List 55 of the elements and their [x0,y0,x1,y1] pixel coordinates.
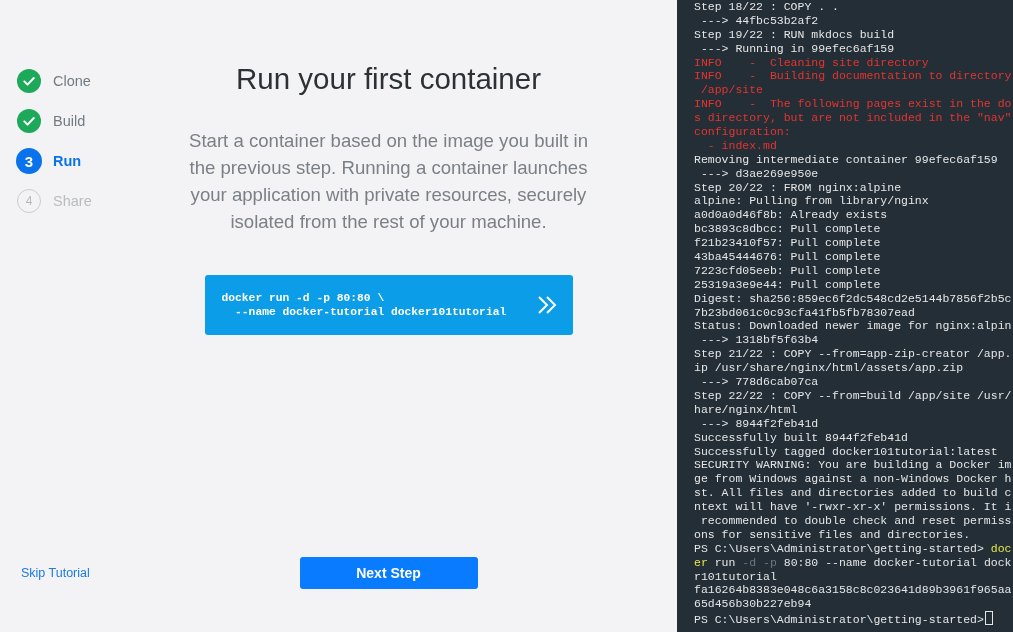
next-step-button[interactable]: Next Step [299,557,478,589]
terminal-line: Step 21/22 : COPY --from=app-zip-creator /app. [694,347,1012,362]
terminal-line: Status: Downloaded newer image for nginx:alpin [694,319,1012,334]
terminal-line: PS C:\Users\Administrator\getting-started> [694,611,993,626]
terminal-line: ons for sensitive files and directories. [694,527,971,542]
double-chevron-icon [536,296,557,314]
terminal-line: /app/site [699,83,763,98]
terminal-line: INFO - The following pages exist in the do [694,97,1012,112]
terminal-line: INFO - Cleaning site directory [694,55,929,70]
terminal-line: er run -d -p 80:80 --name docker-tutorial dock [694,555,1012,570]
terminal-line: 7b23bd061c0c93cfa41fb5fb78307ead [694,305,915,320]
command-button[interactable]: docker run -d -p 80:80 \ --name docker-tutorial docker101tutorial [204,275,573,335]
terminal-line: ---> d3ae269e950e [699,166,819,181]
terminal-line: ---> 8944f2feb41d [699,416,819,431]
terminal-line: s directory, but are not included in the "nav" [694,111,1012,125]
terminal-line: ---> Running in 99efec6af159 [699,41,895,56]
terminal-line: Successfully tagged docker101tutorial:latest [694,444,998,459]
terminal-line: a0d0a0d46f8b: Already exists [694,208,888,223]
terminal-line: ip /usr/share/nginx/html/assets/app.zip [694,361,964,376]
step-label[interactable]: Run [53,153,82,169]
terminal-line: INFO - Building documentation to directory [694,69,1012,84]
terminal-line: alpine: Pulling from library/nginx [694,194,929,209]
terminal-line: st. All files and directories added to build c [694,486,1012,501]
terminal-line: ---> 1318bf5f63b4 [699,333,819,348]
terminal-line: fa16264b8383e048c6a3158c8c023641d89b3961f965aa [694,583,1012,598]
terminal-line: - index.md [706,138,777,153]
terminal-line: ---> 778d6cab07ca [699,375,819,389]
step-number: 3 [16,148,42,174]
terminal-line: Step 20/22 : FROM nginx:alpine [694,180,902,195]
step-label[interactable]: Build [53,113,86,129]
terminal-line: Successfully built 8944f2feb41d [694,430,908,445]
terminal-line: Step 19/22 : RUN mkdocs build [694,27,895,42]
terminal-line: Removing intermediate container 99efec6af159 [694,152,998,167]
step-label[interactable]: Clone [53,73,91,89]
skip-tutorial-link[interactable]: Skip Tutorial [21,566,90,580]
terminal-line: f21b23410f57: Pull complete [694,236,881,251]
terminal-line: 25319a3e9e44: Pull complete [694,277,881,292]
terminal-line: r101tutorial [694,569,777,584]
terminal-line: 65d456b30b227eb94 [694,597,812,612]
terminal-line: SECURITY WARNING: You are building a Docker im [694,458,1012,473]
terminal-line: PS C:\Users\Administrator\getting-started> doc [694,541,1012,556]
terminal-line: 7223cfd05eeb: Pull complete [694,263,881,278]
terminal-line: Digest: sha256:859ec6f2dc548cd2e5144b7856f2b5c [694,291,1012,306]
terminal-line: ntext will have '-rwxr-xr-x' permissions. It i [694,500,1012,514]
terminal-line: Step 18/22 : COPY . . [694,0,839,14]
terminal-line: recommended to double check and reset permiss [699,513,1012,528]
terminal-line: ---> 44fbc53b2af2 [699,13,819,28]
terminal-line: hare/nginx/html [694,402,798,417]
page-title: Run your first container [236,61,541,97]
terminal-line: 43ba45444676: Pull complete [694,250,881,264]
terminal-line: bc3893c8dbcc: Pull complete [694,222,881,237]
terminal-line: configuration: [694,125,791,139]
terminal-line: ge from Windows against a non-Windows Docker h [694,472,1012,487]
description-text: Start a container based on the image you built in the previous step. Running a container launches your application with private resources, securely isolated from the rest of your machine. [188,129,589,234]
terminal-line: Step 22/22 : COPY --from=build /app/site /usr/ [694,388,1012,403]
